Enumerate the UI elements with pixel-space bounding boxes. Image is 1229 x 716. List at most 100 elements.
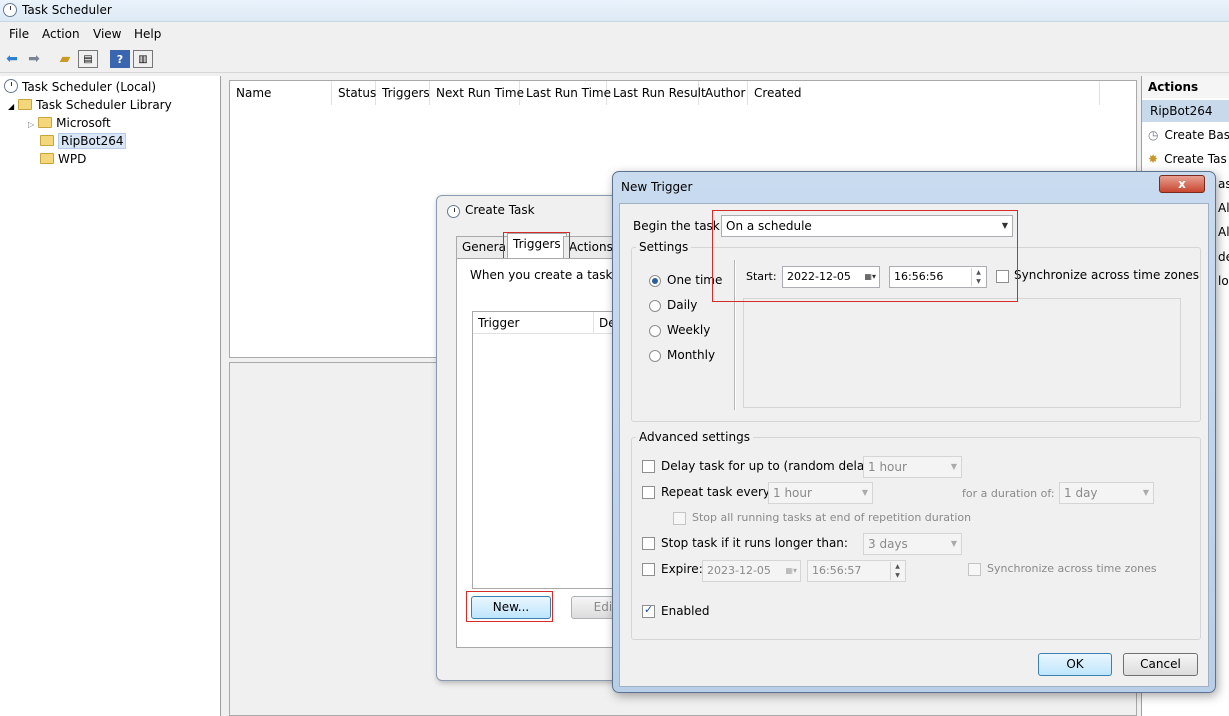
main-title-bar: Task Scheduler — [0, 0, 1229, 22]
ok-button[interactable]: OK — [1038, 653, 1112, 676]
tree-root[interactable]: Task Scheduler (Local) — [4, 78, 156, 96]
folder-icon — [38, 117, 53, 128]
sync-time-zones-label[interactable]: Synchronize across time zones — [1014, 268, 1199, 282]
new-trigger-dialog: New Trigger x Begin the task: On a sched… — [612, 171, 1216, 693]
forward-arrow-icon[interactable]: ➡ — [24, 50, 44, 68]
stop-all-running-checkbox[interactable] — [673, 512, 686, 525]
action-import-task[interactable]: as — [1218, 177, 1229, 191]
menu-view[interactable]: View — [93, 27, 121, 41]
menu-bar: File Action View Help — [0, 25, 1229, 45]
expire-date-picker[interactable]: 2023-12-05 ▦▾ — [702, 560, 801, 582]
action-label: Create Bas — [1164, 128, 1229, 142]
tree-item-wpd[interactable]: WPD — [40, 150, 86, 168]
actions-header: Actions — [1142, 76, 1229, 98]
actions-subheader: RipBot264 — [1142, 100, 1229, 122]
folder-icon — [40, 153, 54, 164]
tree-item-ripbot264[interactable]: RipBot264 — [40, 132, 127, 150]
collapsed-arrow-icon[interactable]: ▷ — [28, 120, 34, 129]
task-scheduler-icon — [447, 205, 460, 218]
folder-icon — [40, 135, 54, 146]
stop-task-label[interactable]: Stop task if it runs longer than: — [661, 536, 848, 550]
repeat-duration-dropdown[interactable]: 1 day ▼ — [1059, 482, 1154, 504]
tree-item-label: WPD — [58, 152, 87, 166]
new-trigger-title: New Trigger — [621, 180, 693, 194]
action-enable-history[interactable]: All T — [1218, 225, 1229, 239]
chevron-down-icon: ▼ — [1142, 488, 1149, 497]
repeat-task-label[interactable]: Repeat task every: — [661, 485, 773, 499]
action-delete-folder[interactable]: lo — [1218, 274, 1229, 288]
enabled-checkbox[interactable] — [642, 603, 655, 618]
column-header-author[interactable]: Author — [699, 81, 748, 105]
delay-task-label[interactable]: Delay task for up to (random delay): — [661, 459, 880, 473]
action-create-basic-task[interactable]: ◷ Create Bas — [1148, 128, 1229, 142]
duration-label: for a duration of: — [962, 487, 1055, 500]
help-icon[interactable]: ? — [110, 50, 130, 68]
new-trigger-body: Begin the task: On a schedule ▼ Settings… — [619, 203, 1209, 687]
expire-checkbox[interactable] — [642, 563, 655, 576]
column-header-status[interactable]: Status — [332, 81, 376, 105]
settings-label: Settings — [636, 240, 692, 254]
action-new-folder[interactable]: de — [1218, 250, 1229, 264]
highlight-box — [466, 591, 553, 622]
expanded-arrow-icon[interactable]: ◢ — [8, 102, 14, 111]
cancel-button[interactable]: Cancel — [1123, 653, 1198, 676]
action-display-running[interactable]: All — [1218, 201, 1229, 215]
expire-label[interactable]: Expire: — [661, 562, 703, 576]
delay-duration-dropdown[interactable]: 1 hour ▼ — [863, 456, 962, 478]
expire-sync-checkbox[interactable] — [968, 563, 981, 576]
column-header-last-run-result[interactable]: Last Run Result — [607, 81, 706, 105]
menu-help[interactable]: Help — [134, 27, 161, 41]
time-spinner-icon[interactable]: ▲ ▼ — [890, 562, 904, 580]
advanced-settings-label: Advanced settings — [636, 430, 753, 444]
tab-actions[interactable]: Actions — [563, 236, 619, 258]
expire-sync-label[interactable]: Synchronize across time zones — [987, 562, 1157, 575]
expire-date-value: 2023-12-05 — [707, 564, 771, 577]
delay-task-checkbox[interactable] — [642, 460, 655, 473]
repeat-interval-value: 1 hour — [773, 486, 812, 500]
action-create-task[interactable]: ✸ Create Tas — [1148, 152, 1227, 166]
radio-weekly-label[interactable]: Weekly — [667, 323, 710, 337]
tree-library-label: Task Scheduler Library — [36, 98, 172, 112]
clock-icon: ◷ — [1148, 128, 1159, 142]
repeat-task-checkbox[interactable] — [642, 486, 655, 499]
schedule-details-area — [743, 298, 1181, 408]
show-hide-action-pane-icon[interactable]: ▥ — [133, 50, 153, 68]
show-hide-tree-icon[interactable]: ▤ — [78, 50, 98, 68]
expire-time-field[interactable]: 16:56:57 ▲ ▼ — [807, 560, 906, 582]
radio-daily[interactable] — [649, 300, 661, 312]
repeat-duration-value: 1 day — [1064, 486, 1098, 500]
up-folder-icon[interactable]: ▰ — [55, 50, 75, 68]
menu-action[interactable]: Action — [42, 27, 80, 41]
radio-monthly-label[interactable]: Monthly — [667, 348, 715, 362]
enabled-label[interactable]: Enabled — [661, 604, 710, 618]
tree-item-label: RipBot264 — [58, 133, 127, 149]
task-scheduler-icon — [3, 3, 17, 17]
close-icon[interactable]: x — [1159, 175, 1205, 193]
menu-file[interactable]: File — [9, 27, 29, 41]
highlight-box — [712, 210, 1018, 302]
column-header-last-run-time[interactable]: Last Run Time — [520, 81, 611, 105]
radio-daily-label[interactable]: Daily — [667, 298, 697, 312]
delay-duration-value: 1 hour — [868, 460, 907, 474]
column-header-next-run-time[interactable]: Next Run Time — [430, 81, 524, 105]
stop-task-checkbox[interactable] — [642, 537, 655, 550]
tree-item-microsoft[interactable]: ▷ Microsoft — [28, 114, 111, 132]
radio-monthly[interactable] — [649, 350, 661, 362]
folder-clock-icon — [18, 99, 33, 110]
chevron-down-icon: ▼ — [950, 539, 957, 548]
stop-all-running-label[interactable]: Stop all running tasks at end of repetit… — [692, 511, 971, 524]
repeat-interval-dropdown[interactable]: 1 hour ▼ — [768, 482, 873, 504]
column-header-created[interactable]: Created — [748, 81, 1100, 105]
stop-task-duration-dropdown[interactable]: 3 days ▼ — [863, 533, 962, 555]
radio-weekly[interactable] — [649, 325, 661, 337]
back-arrow-icon[interactable]: ⬅ — [2, 50, 22, 68]
navigation-tree: Task Scheduler (Local) ◢ Task Scheduler L… — [0, 76, 221, 716]
action-label: Create Tas — [1164, 152, 1227, 166]
column-header-trigger[interactable]: Trigger — [473, 312, 594, 334]
radio-one-time[interactable] — [649, 275, 661, 287]
tree-library[interactable]: ◢ Task Scheduler Library — [8, 96, 172, 114]
task-scheduler-icon — [4, 79, 18, 93]
column-header-name[interactable]: Name — [230, 81, 332, 105]
column-header-triggers[interactable]: Triggers — [376, 81, 430, 105]
toolbar: ⬅ ➡ ▰ ▤ ? ▥ — [0, 47, 1229, 73]
